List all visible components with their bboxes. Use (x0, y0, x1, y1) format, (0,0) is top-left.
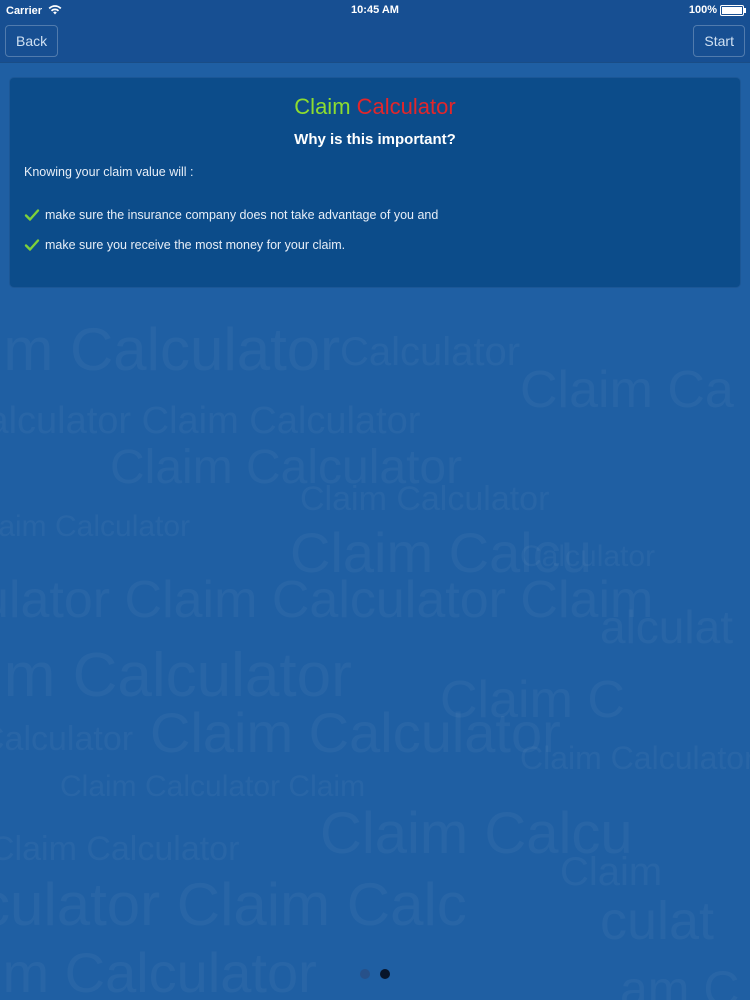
list-item: make sure the insurance company does not… (24, 200, 438, 230)
battery-percentage: 100% (688, 4, 717, 16)
title-claim: Claim (294, 94, 351, 119)
page-dot[interactable] (360, 969, 370, 979)
benefit-list: make sure the insurance company does not… (24, 200, 438, 260)
battery-icon (720, 4, 746, 16)
card-intro-text: Knowing your claim value will : (24, 165, 194, 179)
page-indicator[interactable] (0, 969, 750, 979)
check-icon (24, 237, 40, 253)
card-title: Claim Calculator (10, 94, 740, 120)
back-button[interactable]: Back (5, 25, 59, 57)
card-subtitle: Why is this important? (294, 131, 456, 148)
battery-indicator: 100% (688, 4, 746, 16)
page-dot-active[interactable] (380, 969, 390, 979)
info-card: Claim Calculator Why is this important? … (10, 78, 740, 287)
list-item-text: make sure you receive the most money for… (45, 238, 346, 252)
title-calculator: Calculator (356, 94, 456, 119)
status-bar: Carrier 10:45 AM 100% (0, 0, 750, 22)
start-button[interactable]: Start (693, 25, 745, 57)
status-time: 10:45 AM (351, 4, 399, 16)
list-item-text: make sure the insurance company does not… (45, 208, 439, 222)
navigation-bar: Back Start (0, 22, 750, 63)
check-icon (24, 207, 40, 223)
list-item: make sure you receive the most money for… (24, 230, 438, 260)
